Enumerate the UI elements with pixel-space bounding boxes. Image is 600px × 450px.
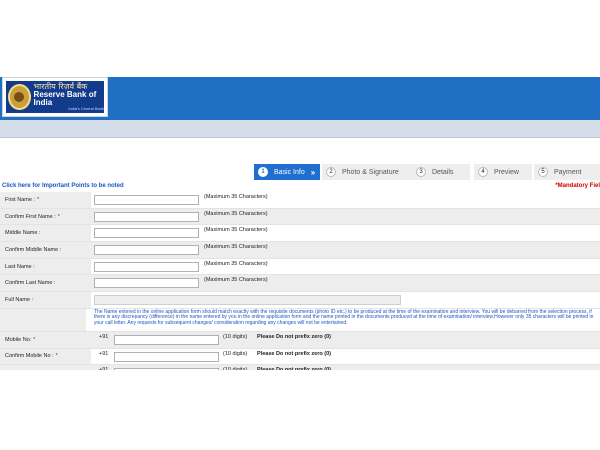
full-name-readonly-field [94,295,401,306]
step-number: 3 [416,167,426,177]
confirm-mobile-digits-hint: (10 digits) [223,350,248,357]
middle-name-hint: (Maximum 35 Characters) [204,227,268,234]
screenshot-crop-area [0,370,600,450]
logo-text: भारतीय रिज़र्व बैंक Reserve Bank of Indi… [34,83,104,111]
logo-panel: भारतीय रिज़र्व बैंक Reserve Bank of Indi… [6,81,104,113]
step-label: Preview [494,168,519,176]
required-marker: * [36,196,40,203]
last-name-hint: (Maximum 35 Characters) [204,260,268,267]
mobile-row: Mobile No: * +91 (10 digits) Please Do no… [0,331,600,349]
required-marker: * [55,353,58,360]
note-label-cell [0,308,86,331]
confirm-last-name-label: Confirm Last Name : [0,275,91,292]
mandatory-fields-note: *Mandatory Fiel [555,183,600,189]
step-payment[interactable]: 5 Payment [534,164,600,180]
middle-name-row: Middle Name : (Maximum 35 Characters) [0,225,600,243]
step-number: 4 [478,167,488,177]
country-code: +91 [99,350,109,357]
confirm-first-name-hint: (Maximum 35 Characters) [204,210,268,217]
important-points-link[interactable]: Click here for Important Points to be no… [2,183,124,189]
first-name-input[interactable] [94,195,199,205]
name-matching-note: The Name entered in the online applicati… [94,308,594,326]
confirm-first-name-input[interactable] [94,211,199,222]
basic-info-form: First Name : * (Maximum 35 Characters) Co… [0,192,600,382]
confirm-middle-name-hint: (Maximum 35 Characters) [204,244,268,251]
middle-name-label: Middle Name : [0,225,91,242]
mobile-digits-hint: (10 digits) [223,333,248,340]
confirm-middle-name-label: Confirm Middle Name : [0,242,91,258]
required-marker: * [57,213,60,220]
first-name-row: First Name : * (Maximum 35 Characters) [0,192,600,209]
progress-steps: 1 Basic Info » 2 Photo & Signature 3 Det… [250,164,600,180]
confirm-middle-name-input[interactable] [94,245,199,256]
step-photo-signature[interactable]: 2 Photo & Signature [322,164,412,180]
step-number: 2 [326,167,336,177]
full-name-label: Full Name : [0,292,91,308]
sub-navigation-bar [0,120,600,138]
double-chevron-right-icon: » [310,167,316,177]
logo-tagline: India's Central Bank [68,106,104,111]
step-label: Details [432,168,454,176]
confirm-last-name-row: Confirm Last Name : (Maximum 35 Characte… [0,275,600,293]
full-name-row: Full Name : [0,292,600,309]
confirm-last-name-hint: (Maximum 35 Characters) [204,277,268,284]
middle-name-input[interactable] [94,228,199,239]
step-label: Basic Info [274,168,305,176]
rbi-logo: भारतीय रिज़र्व बैंक Reserve Bank of Indi… [2,77,108,117]
step-label: Photo & Signature [342,168,399,176]
confirm-middle-name-row: Confirm Middle Name : (Maximum 35 Charac… [0,242,600,259]
last-name-label: Last Name : [0,258,91,275]
mobile-label: Mobile No: * [0,331,91,348]
rbi-emblem-icon [8,84,31,110]
step-preview[interactable]: 4 Preview [474,164,532,180]
required-marker: * [33,336,36,343]
confirm-mobile-zero-warning: Please Do not prefix zero (0) [257,350,331,357]
confirm-last-name-input[interactable] [94,278,199,289]
step-number: 5 [538,167,548,177]
country-code: +91 [99,333,109,340]
last-name-input[interactable] [94,261,199,272]
step-label: Payment [554,168,582,176]
logo-english: Reserve Bank of India [33,90,97,107]
first-name-hint: (Maximum 35 Characters) [204,194,268,200]
confirm-first-name-label: Confirm First Name : * [0,208,91,225]
step-basic-info[interactable]: 1 Basic Info » [254,164,320,180]
confirm-first-name-row: Confirm First Name : * (Maximum 35 Charac… [0,208,600,226]
first-name-label: First Name : * [0,192,91,208]
confirm-mobile-input[interactable] [114,351,219,362]
confirm-mobile-label: Confirm Mobile No : * [0,348,91,365]
step-details[interactable]: 3 Details [412,164,470,180]
mobile-zero-warning: Please Do not prefix zero (0) [257,333,331,340]
step-number: 1 [258,167,268,177]
name-note-row: The Name entered in the online applicati… [0,308,600,332]
last-name-row: Last Name : (Maximum 35 Characters) [0,258,600,276]
mobile-input[interactable] [114,334,219,345]
confirm-mobile-row: Confirm Mobile No : * +91 (10 digits) Ple… [0,348,600,366]
